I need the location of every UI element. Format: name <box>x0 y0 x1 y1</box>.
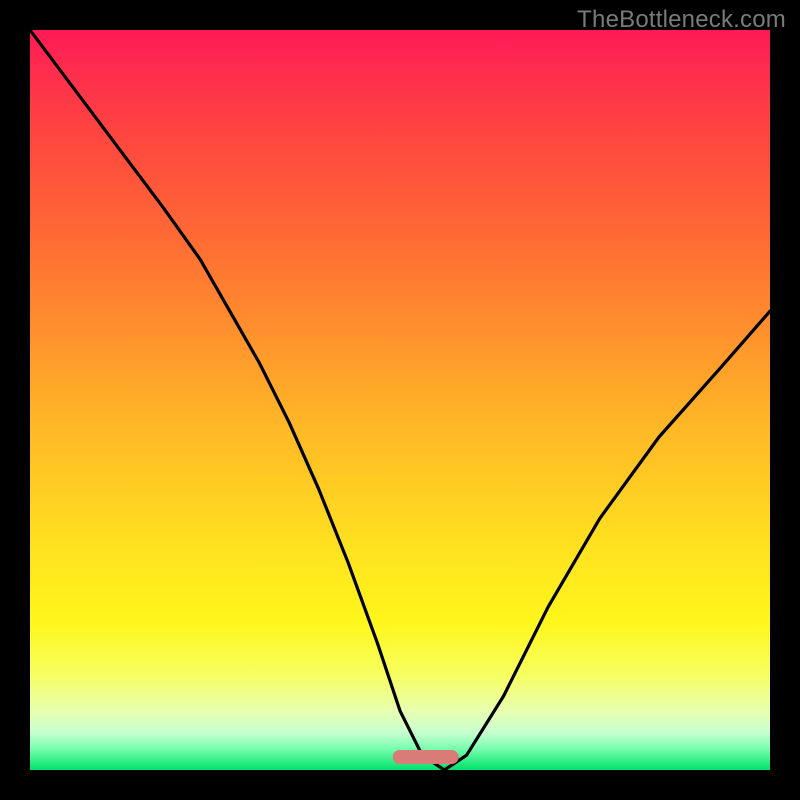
bottleneck-curve <box>30 30 770 770</box>
watermark-text: TheBottleneck.com <box>577 6 786 34</box>
plot-area <box>30 30 770 770</box>
optimal-marker <box>393 750 460 764</box>
curve-path <box>30 30 770 770</box>
frame: TheBottleneck.com <box>0 0 800 800</box>
